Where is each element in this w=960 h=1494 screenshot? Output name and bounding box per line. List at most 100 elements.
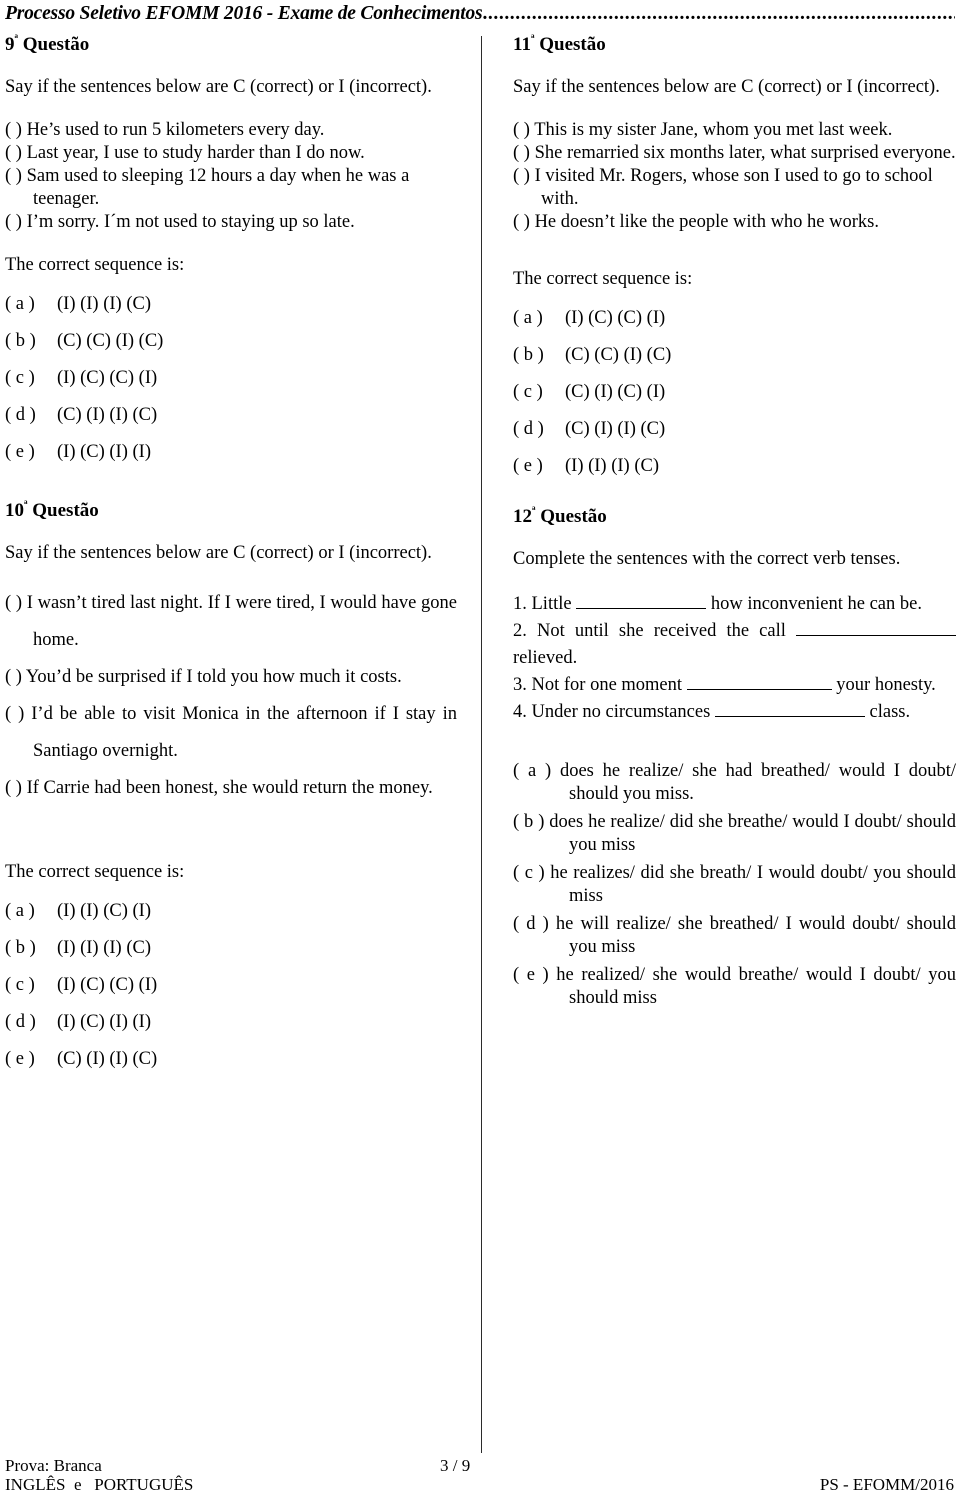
- option-tag: ( d ): [513, 914, 549, 934]
- question-12-option-e[interactable]: ( e ) he realized/ she would breathe/ wo…: [513, 964, 956, 1010]
- question-9-options: ( a ) (I) (I) (I) (C) ( b ) (C) (C) (I) (C…: [5, 293, 457, 464]
- question-9-option-c[interactable]: ( c ) (I) (C) (C) (I): [5, 367, 457, 390]
- question-9-option-d[interactable]: ( d ) (C) (I) (I) (C): [5, 404, 457, 427]
- option-tag: ( c ): [5, 975, 35, 995]
- option-tag: ( a ): [5, 294, 35, 314]
- option-value: (I) (C) (C) (I): [57, 975, 158, 995]
- item-text-after: your honesty.: [836, 675, 936, 695]
- question-10-option-b[interactable]: ( b ) (I) (I) (I) (C): [5, 937, 457, 960]
- question-11-option-c[interactable]: ( c ) (C) (I) (C) (I): [513, 381, 956, 404]
- question-11-option-b[interactable]: ( b ) (C) (C) (I) (C): [513, 344, 956, 367]
- question-9-number: 9: [5, 34, 15, 55]
- item-text-before: Little: [531, 594, 572, 614]
- question-9-option-a[interactable]: ( a ) (I) (I) (I) (C): [5, 293, 457, 316]
- option-tag: ( b ): [513, 345, 544, 365]
- question-11-statement-list: ( ) This is my sister Jane, whom you met…: [513, 119, 956, 234]
- left-column: 9ª Questão Say if the sentences below ar…: [5, 32, 457, 1085]
- question-10-option-c[interactable]: ( c ) (I) (C) (C) (I): [5, 974, 457, 997]
- question-12-option-d[interactable]: ( d ) he will realize/ she breathed/ I w…: [513, 913, 956, 959]
- question-9-statement: ( ) He’s used to run 5 kilometers every …: [5, 120, 325, 140]
- option-tag: ( c ): [513, 863, 545, 883]
- option-value: (I) (I) (I) (C): [565, 456, 659, 476]
- option-value: (C) (I) (I) (C): [565, 419, 666, 439]
- option-value: does he realize/ did she breathe/ would …: [549, 812, 957, 855]
- option-tag: ( a ): [513, 761, 552, 781]
- question-9-statement: ( ) Sam used to sleeping 12 hours a day …: [5, 166, 410, 209]
- question-12-heading-word: Questão: [540, 506, 607, 527]
- question-11-statement: ( ) She remarried six months later, what…: [513, 143, 956, 163]
- footer-exam-code: PS - EFOMM/2016: [819, 1475, 954, 1494]
- question-12-option-a[interactable]: ( a ) does he realize/ she had breathed/…: [513, 760, 956, 806]
- question-11-option-a[interactable]: ( a ) (I) (C) (C) (I): [513, 307, 956, 330]
- option-value: (I) (I) (C) (I): [57, 901, 151, 921]
- question-9-ordinal: ª: [14, 32, 19, 46]
- option-value: (C) (I) (I) (C): [57, 1049, 158, 1069]
- question-12-number: 12: [513, 506, 532, 527]
- question-12: 12ª Questão Complete the sentences with …: [513, 505, 957, 1010]
- question-12-option-b[interactable]: ( b ) does he realize/ did she breathe/ …: [513, 811, 956, 857]
- document-page: Processo Seletivo EFOMM 2016 - Exame de …: [0, 0, 960, 1494]
- question-10-statement: ( ) You’d be surprised if I told you how…: [5, 667, 402, 687]
- question-10: 10ª Questão Say if the sentences below a…: [5, 499, 457, 1071]
- question-9-heading-word: Questão: [22, 34, 90, 55]
- question-11-option-d[interactable]: ( d ) (C) (I) (I) (C): [513, 418, 956, 441]
- fill-blank-2[interactable]: [796, 620, 957, 636]
- option-tag: ( a ): [513, 308, 543, 328]
- option-value: (C) (C) (I) (C): [57, 331, 164, 351]
- option-value: he will realize/ she breathed/ I would d…: [555, 914, 957, 957]
- fill-blank-3[interactable]: [686, 674, 832, 690]
- option-value: (C) (I) (C) (I): [565, 382, 666, 402]
- question-9-statement: ( ) Last year, I use to study harder tha…: [5, 143, 365, 163]
- question-11-heading-word: Questão: [539, 34, 606, 55]
- question-11-statement: ( ) I visited Mr. Rogers, whose son I us…: [513, 166, 933, 209]
- item-text-after: relieved.: [513, 648, 578, 668]
- question-10-number: 10: [5, 500, 24, 521]
- option-value: he realized/ she would breathe/ would I …: [556, 965, 957, 1008]
- question-10-option-d[interactable]: ( d ) (I) (C) (I) (I): [5, 1011, 457, 1034]
- footer-exam-version: Prova: Branca: [5, 1456, 102, 1475]
- item-number: 2.: [513, 621, 527, 641]
- question-9: 9ª Questão Say if the sentences below ar…: [5, 32, 457, 464]
- question-9-statement-list: ( ) He’s used to run 5 kilometers every …: [5, 119, 457, 234]
- fill-blank-1[interactable]: [576, 593, 707, 609]
- question-11-statement: ( ) He doesn’t like the people with who …: [513, 212, 879, 232]
- question-10-statement-list: ( ) I wasn’t tired last night. If I were…: [5, 585, 457, 807]
- question-10-statement: ( ) If Carrie had been honest, she would…: [5, 778, 433, 798]
- question-11-statement: ( ) This is my sister Jane, whom you met…: [513, 120, 893, 140]
- option-value: (I) (C) (C) (I): [57, 368, 158, 388]
- question-10-option-e[interactable]: ( e ) (C) (I) (I) (C): [5, 1048, 457, 1071]
- question-11-sequence-label: The correct sequence is:: [513, 269, 693, 289]
- question-10-statement: ( ) I wasn’t tired last night. If I were…: [5, 593, 457, 650]
- option-value: (I) (C) (C) (I): [565, 308, 666, 328]
- question-11: 11ª Questão Say if the sentences below a…: [513, 33, 956, 478]
- option-tag: ( b ): [513, 812, 545, 832]
- option-value: (C) (C) (I) (C): [565, 345, 672, 365]
- question-9-statement: ( ) I’m sorry. I´m not used to staying u…: [5, 212, 355, 232]
- option-value: (I) (I) (I) (C): [57, 938, 151, 958]
- right-column: 11ª Questão Say if the sentences below a…: [513, 33, 957, 1015]
- option-tag: ( e ): [5, 1049, 35, 1069]
- question-9-option-b[interactable]: ( b ) (C) (C) (I) (C): [5, 330, 457, 353]
- option-tag: ( e ): [5, 442, 35, 462]
- question-12-item-2: 2. Not until she received the call relie…: [513, 618, 957, 672]
- question-12-item-4: 4. Under no circumstances class.: [513, 699, 956, 726]
- document-header: Processo Seletivo EFOMM 2016 - Exame de …: [5, 2, 955, 28]
- option-value: (C) (I) (I) (C): [57, 405, 158, 425]
- option-value: (I) (I) (I) (C): [57, 294, 151, 314]
- question-11-instruction: Say if the sentences below are C (correc…: [513, 77, 940, 97]
- footer-subjects: INGLÊS e PORTUGUÊS: [5, 1475, 194, 1494]
- question-9-heading: 9ª Questão: [5, 32, 457, 56]
- question-10-option-a[interactable]: ( a ) (I) (I) (C) (I): [5, 900, 457, 923]
- question-11-option-e[interactable]: ( e ) (I) (I) (I) (C): [513, 455, 956, 478]
- question-9-option-e[interactable]: ( e ) (I) (C) (I) (I): [5, 441, 457, 464]
- option-tag: ( d ): [5, 1012, 36, 1032]
- fill-blank-4[interactable]: [714, 701, 865, 717]
- question-12-item-3: 3. Not for one moment your honesty.: [513, 672, 956, 699]
- option-value: (I) (C) (I) (I): [57, 442, 151, 462]
- item-text-after: class.: [869, 702, 911, 722]
- option-value: (I) (C) (I) (I): [57, 1012, 151, 1032]
- question-12-option-c[interactable]: ( c ) he realizes/ did she breath/ I wou…: [513, 862, 956, 908]
